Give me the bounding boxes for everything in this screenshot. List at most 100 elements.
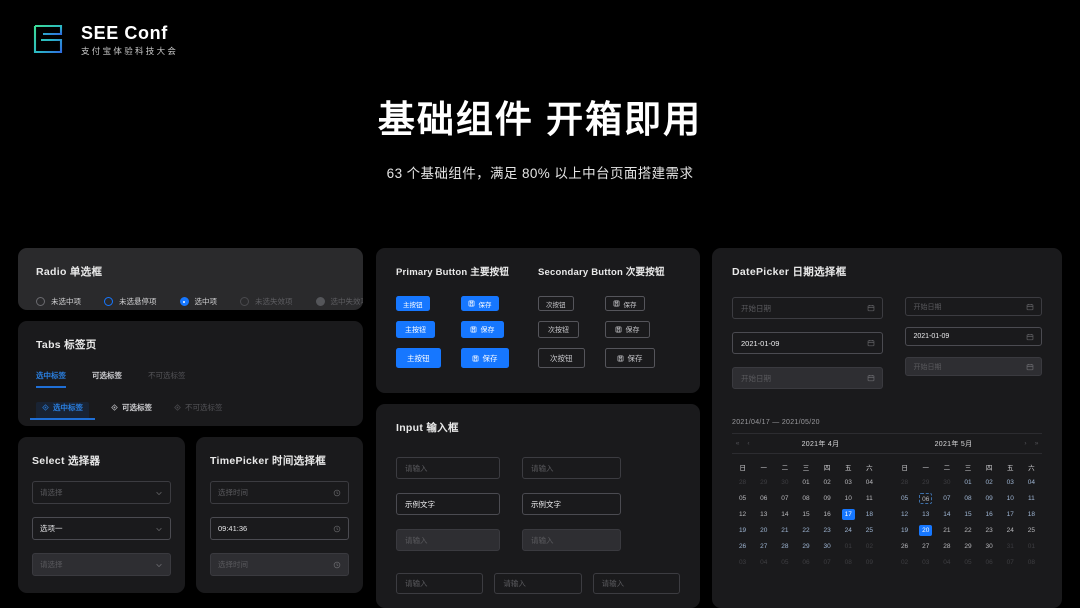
calendar-day-cell[interactable]: 06 xyxy=(753,490,774,506)
calendar-day-cell[interactable]: 04 xyxy=(1021,474,1042,490)
calendar-day-cell[interactable]: 11 xyxy=(1021,490,1042,506)
calendar-day-cell[interactable]: 26 xyxy=(894,538,915,554)
calendar-day-cell[interactable]: 27 xyxy=(753,538,774,554)
text-input[interactable]: 请输入 xyxy=(592,573,680,594)
calendar-day-cell[interactable]: 25 xyxy=(1021,522,1042,538)
timepicker-field[interactable]: 09:41:36 xyxy=(210,517,349,540)
calendar-day-cell[interactable]: 16 xyxy=(979,506,1000,522)
timepicker-field[interactable]: 选择时间 xyxy=(210,481,349,504)
calendar-day-cell[interactable]: 11 xyxy=(859,490,880,506)
calendar-day-cell[interactable]: 20 xyxy=(753,522,774,538)
prev-year-button[interactable]: « xyxy=(732,440,743,447)
secondary-save-button[interactable]: 保存 xyxy=(604,321,650,338)
text-input[interactable]: 请输入 xyxy=(522,457,621,479)
calendar-day-cell[interactable]: 04 xyxy=(859,474,880,490)
calendar-day-cell[interactable]: 08 xyxy=(795,490,816,506)
radio-option[interactable]: 选中失效项 xyxy=(315,296,363,307)
brand-logo[interactable]: SEE Conf 支付宝体验科技大会 xyxy=(28,18,178,60)
calendar-grid-right[interactable]: 日一二三四五六 28 29 30 01 02 03 04 05 06 07 08 09 10 11 12 13 1… xyxy=(894,460,1042,570)
calendar-day-cell[interactable]: 12 xyxy=(732,506,753,522)
secondary-button[interactable]: 次按钮 xyxy=(538,296,574,311)
primary-save-button[interactable]: 保存 xyxy=(460,348,509,368)
primary-save-button[interactable]: 保存 xyxy=(460,321,504,338)
calendar-day-cell[interactable]: 09 xyxy=(817,490,838,506)
calendar-day-cell[interactable]: 17 xyxy=(838,506,859,522)
calendar-day-cell[interactable]: 09 xyxy=(979,490,1000,506)
next-month-button[interactable]: › xyxy=(1020,440,1031,447)
calendar-day-cell[interactable]: 06 xyxy=(915,490,936,506)
calendar-day-cell[interactable]: 01 xyxy=(957,474,978,490)
tab-default[interactable]: 可选标签 xyxy=(92,370,122,388)
calendar-day-cell[interactable]: 30 xyxy=(979,538,1000,554)
calendar-day-cell[interactable]: 24 xyxy=(1000,522,1021,538)
calendar-day-cell[interactable]: 28 xyxy=(936,538,957,554)
date-input[interactable]: 2021-01-09 xyxy=(732,332,883,354)
calendar-day-cell[interactable]: 16 xyxy=(817,506,838,522)
calendar-day-cell[interactable]: 13 xyxy=(753,506,774,522)
date-input[interactable]: 开始日期 xyxy=(732,297,883,319)
text-input[interactable]: 示例文字 xyxy=(396,493,500,515)
calendar-day-cell[interactable]: 20 xyxy=(915,522,936,538)
next-year-button[interactable]: » xyxy=(1031,440,1042,447)
calendar-day-cell[interactable]: 14 xyxy=(774,506,795,522)
calendar-day-cell[interactable]: 02 xyxy=(979,474,1000,490)
date-input[interactable]: 开始日期 xyxy=(904,297,1042,316)
calendar-day-cell[interactable]: 29 xyxy=(957,538,978,554)
calendar-day-cell[interactable]: 25 xyxy=(859,522,880,538)
calendar-day-cell[interactable]: 02 xyxy=(817,474,838,490)
calendar-day-cell[interactable]: 01 xyxy=(795,474,816,490)
calendar-day-cell[interactable]: 08 xyxy=(957,490,978,506)
text-input[interactable]: 请输入 xyxy=(396,573,484,594)
calendar-day-cell[interactable]: 10 xyxy=(838,490,859,506)
tab-active[interactable]: 选中标签 xyxy=(30,402,95,420)
calendar-day-cell[interactable]: 22 xyxy=(957,522,978,538)
calendar-day-cell[interactable]: 21 xyxy=(936,522,957,538)
calendar-day-cell[interactable]: 26 xyxy=(732,538,753,554)
calendar-day-cell[interactable]: 03 xyxy=(1000,474,1021,490)
calendar-day-cell[interactable]: 18 xyxy=(859,506,880,522)
calendar-day-cell[interactable]: 23 xyxy=(979,522,1000,538)
tab-default[interactable]: 可选标签 xyxy=(111,402,152,420)
calendar-day-cell[interactable]: 15 xyxy=(795,506,816,522)
calendar-day-cell[interactable]: 19 xyxy=(732,522,753,538)
text-input[interactable]: 请输入 xyxy=(396,457,500,479)
calendar-day-cell[interactable]: 07 xyxy=(936,490,957,506)
secondary-button[interactable]: 次按钮 xyxy=(538,348,585,368)
calendar-day-cell[interactable]: 14 xyxy=(936,506,957,522)
calendar-day-cell[interactable]: 05 xyxy=(732,490,753,506)
select-field[interactable]: 选项一 xyxy=(32,517,171,540)
calendar-day-cell[interactable]: 18 xyxy=(1021,506,1042,522)
text-input[interactable]: 示例文字 xyxy=(522,493,621,515)
calendar-day-cell[interactable]: 13 xyxy=(915,506,936,522)
calendar-day-cell[interactable]: 15 xyxy=(957,506,978,522)
secondary-save-button[interactable]: 保存 xyxy=(604,296,645,311)
calendar-day-cell[interactable]: 12 xyxy=(894,506,915,522)
primary-button[interactable]: 主按钮 xyxy=(396,321,435,338)
select-field[interactable]: 请选择 xyxy=(32,481,171,504)
calendar-day-cell[interactable]: 17 xyxy=(1000,506,1021,522)
radio-option[interactable]: 未选失效项 xyxy=(240,296,293,307)
date-input[interactable]: 2021-01-09 xyxy=(904,327,1042,346)
tab-active[interactable]: 选中标签 xyxy=(36,370,66,388)
calendar-day-cell[interactable]: 10 xyxy=(1000,490,1021,506)
calendar-grid-left[interactable]: 日一二三四五六 28 29 30 01 02 03 04 05 06 07 08 09 10 11 12 13 1… xyxy=(732,460,880,570)
radio-option[interactable]: 未选悬停项 xyxy=(104,296,157,307)
calendar-day-cell[interactable]: 24 xyxy=(838,522,859,538)
primary-button[interactable]: 主按钮 xyxy=(396,296,430,311)
radio-option[interactable]: 未选中项 xyxy=(36,296,81,307)
prev-month-button[interactable]: ‹ xyxy=(743,440,754,447)
secondary-save-button[interactable]: 保存 xyxy=(604,348,655,368)
calendar-day-cell[interactable]: 21 xyxy=(774,522,795,538)
radio-option[interactable]: 选中项 xyxy=(179,296,217,307)
calendar-day-cell[interactable]: 30 xyxy=(817,538,838,554)
calendar-day-cell[interactable]: 03 xyxy=(838,474,859,490)
primary-save-button[interactable]: 保存 xyxy=(460,296,499,311)
calendar-day-cell[interactable]: 23 xyxy=(817,522,838,538)
calendar-day-cell[interactable]: 07 xyxy=(774,490,795,506)
calendar-day-cell[interactable]: 22 xyxy=(795,522,816,538)
calendar-day-cell[interactable]: 19 xyxy=(894,522,915,538)
calendar-day-cell[interactable]: 29 xyxy=(795,538,816,554)
text-input[interactable]: 请输入 xyxy=(494,573,582,594)
calendar-day-cell[interactable]: 27 xyxy=(915,538,936,554)
calendar-day-cell[interactable]: 05 xyxy=(894,490,915,506)
